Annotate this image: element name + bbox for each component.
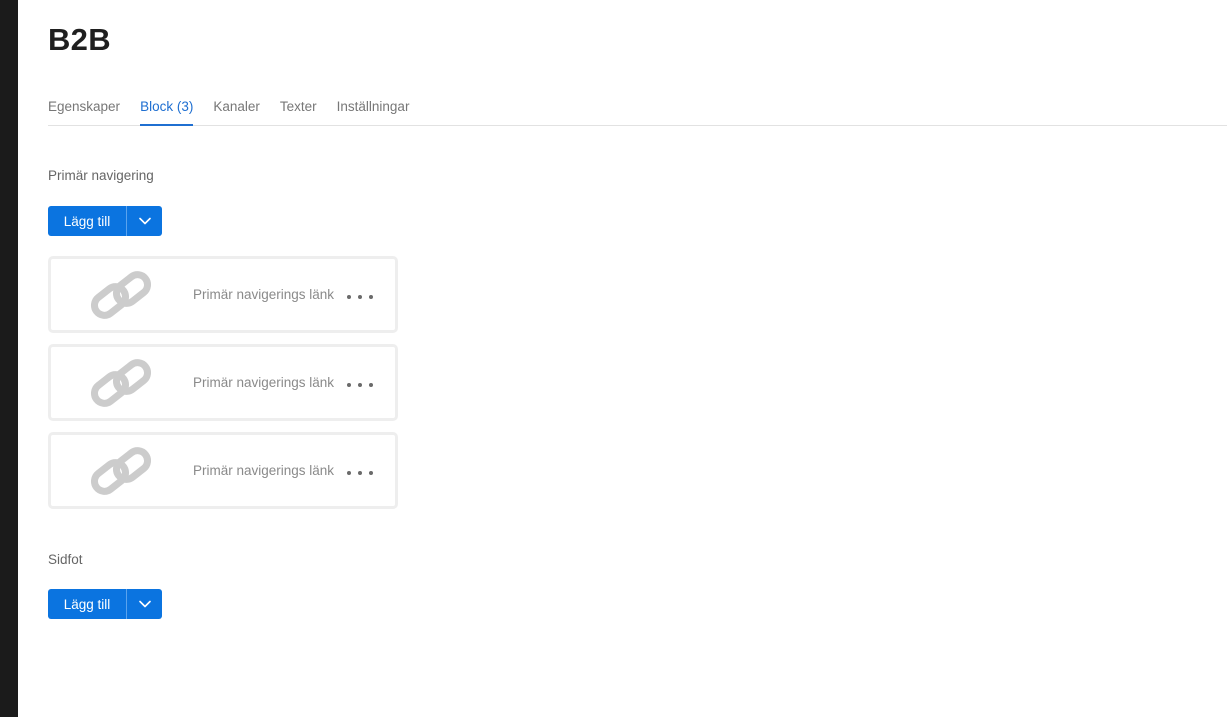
left-rail	[0, 0, 18, 717]
section-label-footer: Sidfot	[48, 552, 83, 567]
tab-installningar[interactable]: Inställningar	[337, 96, 410, 126]
tab-egenskaper[interactable]: Egenskaper	[48, 96, 120, 126]
block-label: Primär navigerings länk	[193, 375, 335, 390]
chevron-down-icon	[138, 217, 151, 225]
link-icon	[90, 271, 152, 319]
add-split-button-footer: Lägg till	[48, 589, 162, 619]
add-dropdown-primary[interactable]	[127, 206, 162, 236]
block-label: Primär navigerings länk	[193, 287, 335, 302]
add-button-primary[interactable]: Lägg till	[48, 206, 127, 236]
more-options-icon[interactable]	[347, 375, 373, 395]
block-label: Primär navigerings länk	[193, 463, 335, 478]
tab-block[interactable]: Block (3)	[140, 96, 194, 126]
section-label-primary: Primär navigering	[48, 168, 154, 183]
tab-kanaler[interactable]: Kanaler	[213, 96, 260, 126]
block-card[interactable]: Primär navigerings länk	[48, 256, 398, 333]
block-card[interactable]: Primär navigerings länk	[48, 344, 398, 421]
add-button-footer[interactable]: Lägg till	[48, 589, 127, 619]
more-options-icon[interactable]	[347, 463, 373, 483]
page-title: B2B	[48, 22, 111, 57]
tab-texter[interactable]: Texter	[280, 96, 317, 126]
link-icon	[90, 447, 152, 495]
block-card[interactable]: Primär navigerings länk	[48, 432, 398, 509]
tab-bar: Egenskaper Block (3) Kanaler Texter Inst…	[48, 96, 1227, 126]
add-dropdown-footer[interactable]	[127, 589, 162, 619]
link-icon	[90, 359, 152, 407]
chevron-down-icon	[138, 600, 151, 608]
add-split-button-primary: Lägg till	[48, 206, 162, 236]
more-options-icon[interactable]	[347, 287, 373, 307]
